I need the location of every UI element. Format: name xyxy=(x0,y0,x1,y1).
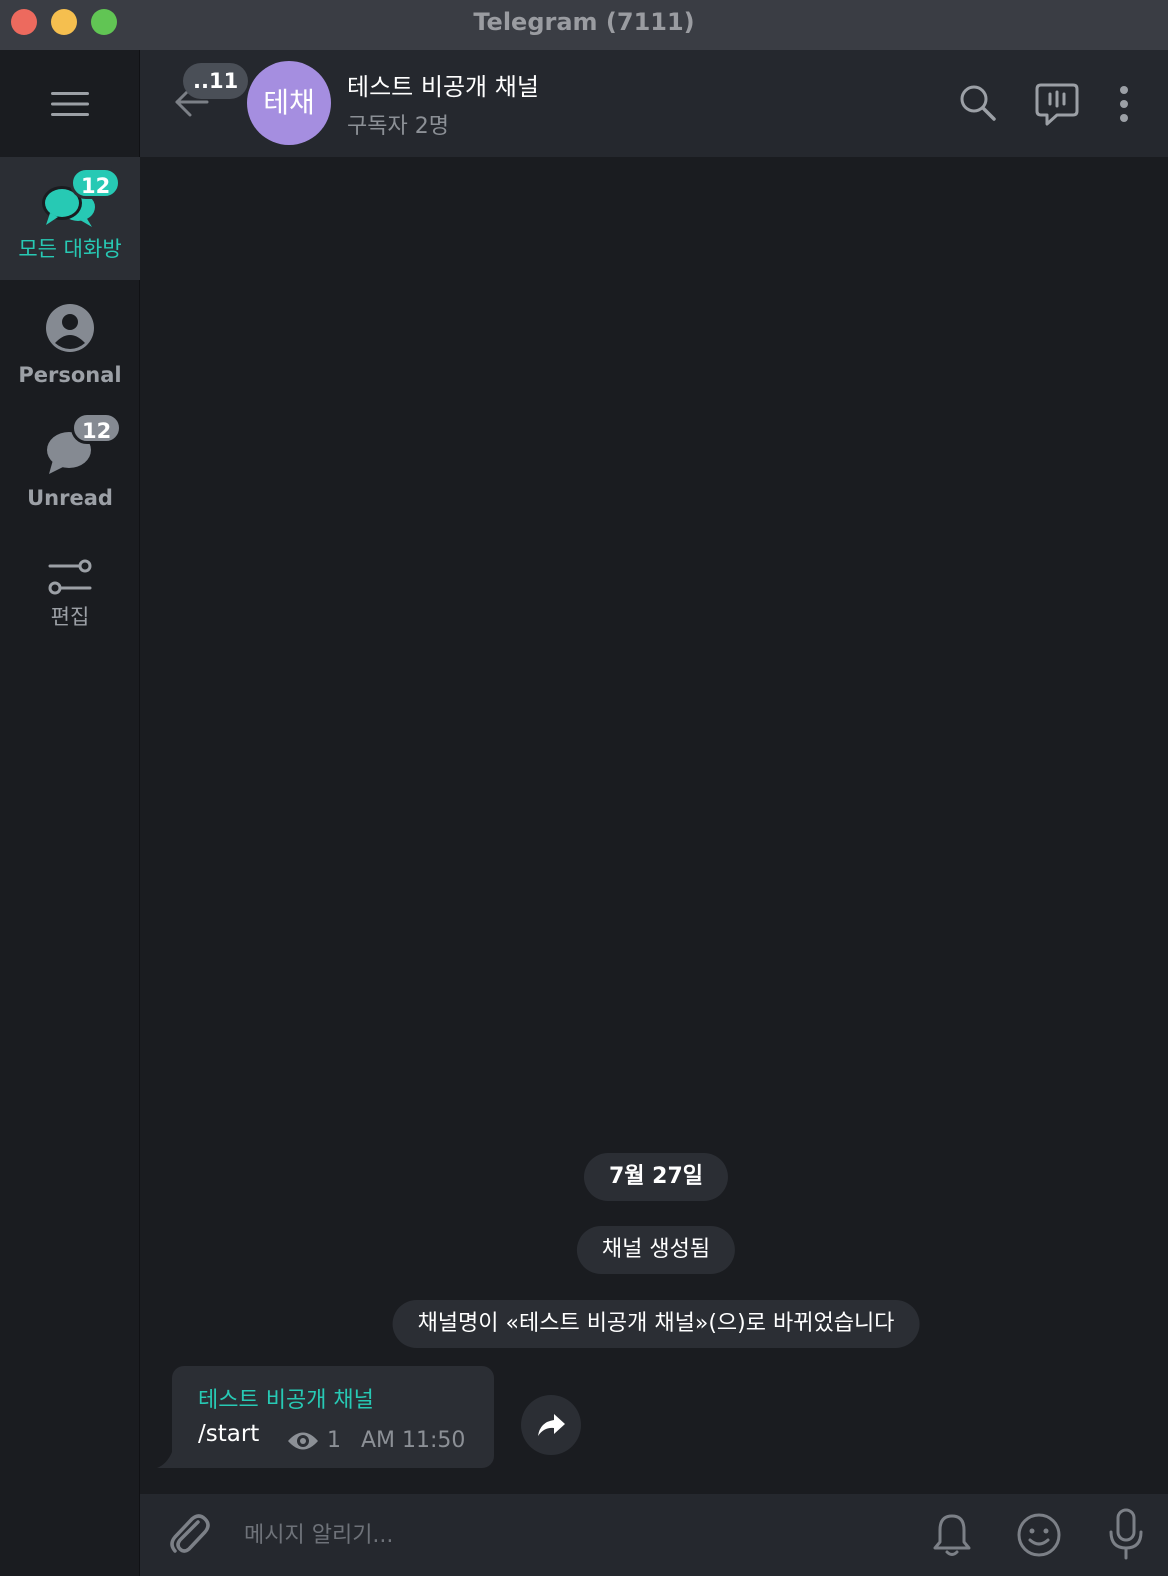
voice-record-button[interactable] xyxy=(1108,1508,1144,1564)
folder-all-chats[interactable]: 12 모든 대화방 xyxy=(0,157,140,280)
paperclip-icon xyxy=(170,1514,210,1553)
service-message: 채널명이 «테스트 비공개 채널»(으)로 바뀌었습니다 xyxy=(392,1300,920,1348)
live-stream-icon xyxy=(1035,83,1079,126)
person-icon xyxy=(45,303,95,353)
folder-personal[interactable]: Personal xyxy=(0,290,140,400)
sliders-icon xyxy=(48,557,92,597)
unread-count-badge: 12 xyxy=(71,412,123,444)
post-time: AM 11:50 xyxy=(361,1428,466,1453)
folder-label: Unread xyxy=(27,486,113,510)
chat-bubble-icon: 12 xyxy=(45,412,123,478)
more-options-button[interactable] xyxy=(1114,85,1134,127)
channel-post[interactable]: 테스트 비공개 채널 /start 1 AM 11:50 xyxy=(172,1366,494,1468)
silent-broadcast-button[interactable] xyxy=(932,1512,972,1562)
live-stream-button[interactable] xyxy=(1035,82,1079,132)
message-list[interactable]: 7월 27일 채널 생성됨 채널명이 «테스트 비공개 채널»(으)로 바뀌었습… xyxy=(140,157,1168,1494)
share-arrow-icon xyxy=(538,1414,565,1436)
chat-title[interactable]: 테스트 비공개 채널 xyxy=(347,67,539,102)
more-vertical-icon xyxy=(1120,86,1128,122)
search-button[interactable] xyxy=(958,83,998,127)
window-title: Telegram (7111) xyxy=(473,8,695,36)
post-author[interactable]: 테스트 비공개 채널 xyxy=(198,1382,374,1414)
microphone-icon xyxy=(1109,1508,1143,1560)
back-unread-badge: ..11 xyxy=(183,63,249,99)
search-icon xyxy=(960,85,996,121)
message-input[interactable] xyxy=(244,1514,904,1556)
view-count: 1 xyxy=(327,1428,341,1453)
main-menu-button[interactable] xyxy=(0,50,140,157)
smile-icon xyxy=(1017,1513,1061,1557)
folder-label: 모든 대화방 xyxy=(18,237,122,261)
post-meta: 1 AM 11:50 xyxy=(287,1428,465,1453)
folder-label: Personal xyxy=(18,363,122,387)
chats-icon: 12 xyxy=(40,167,122,231)
attach-button[interactable] xyxy=(168,1512,212,1562)
unread-count-badge: 12 xyxy=(70,167,122,199)
emoji-button[interactable] xyxy=(1016,1512,1062,1562)
chat-header: ..11 테채 테스트 비공개 채널 구독자 2명 xyxy=(140,50,1168,157)
post-text: /start xyxy=(198,1421,260,1447)
folder-sidebar: 12 모든 대화방 Personal 12 Unread 편집 xyxy=(0,50,140,1576)
subscriber-count: 구독자 2명 xyxy=(347,114,449,139)
eye-icon xyxy=(288,1432,318,1449)
message-composer xyxy=(140,1494,1168,1576)
service-message: 채널 생성됨 xyxy=(576,1226,736,1274)
channel-avatar[interactable]: 테채 xyxy=(247,61,331,145)
window-titlebar: Telegram (7111) xyxy=(0,0,1168,50)
date-separator: 7월 27일 xyxy=(583,1153,729,1201)
bell-icon xyxy=(933,1514,971,1556)
forward-button[interactable] xyxy=(521,1395,581,1455)
hamburger-icon xyxy=(51,91,89,116)
folder-label: 편집 xyxy=(50,605,90,629)
folder-edit[interactable]: 편집 xyxy=(0,540,140,645)
folder-unread[interactable]: 12 Unread xyxy=(0,410,140,525)
